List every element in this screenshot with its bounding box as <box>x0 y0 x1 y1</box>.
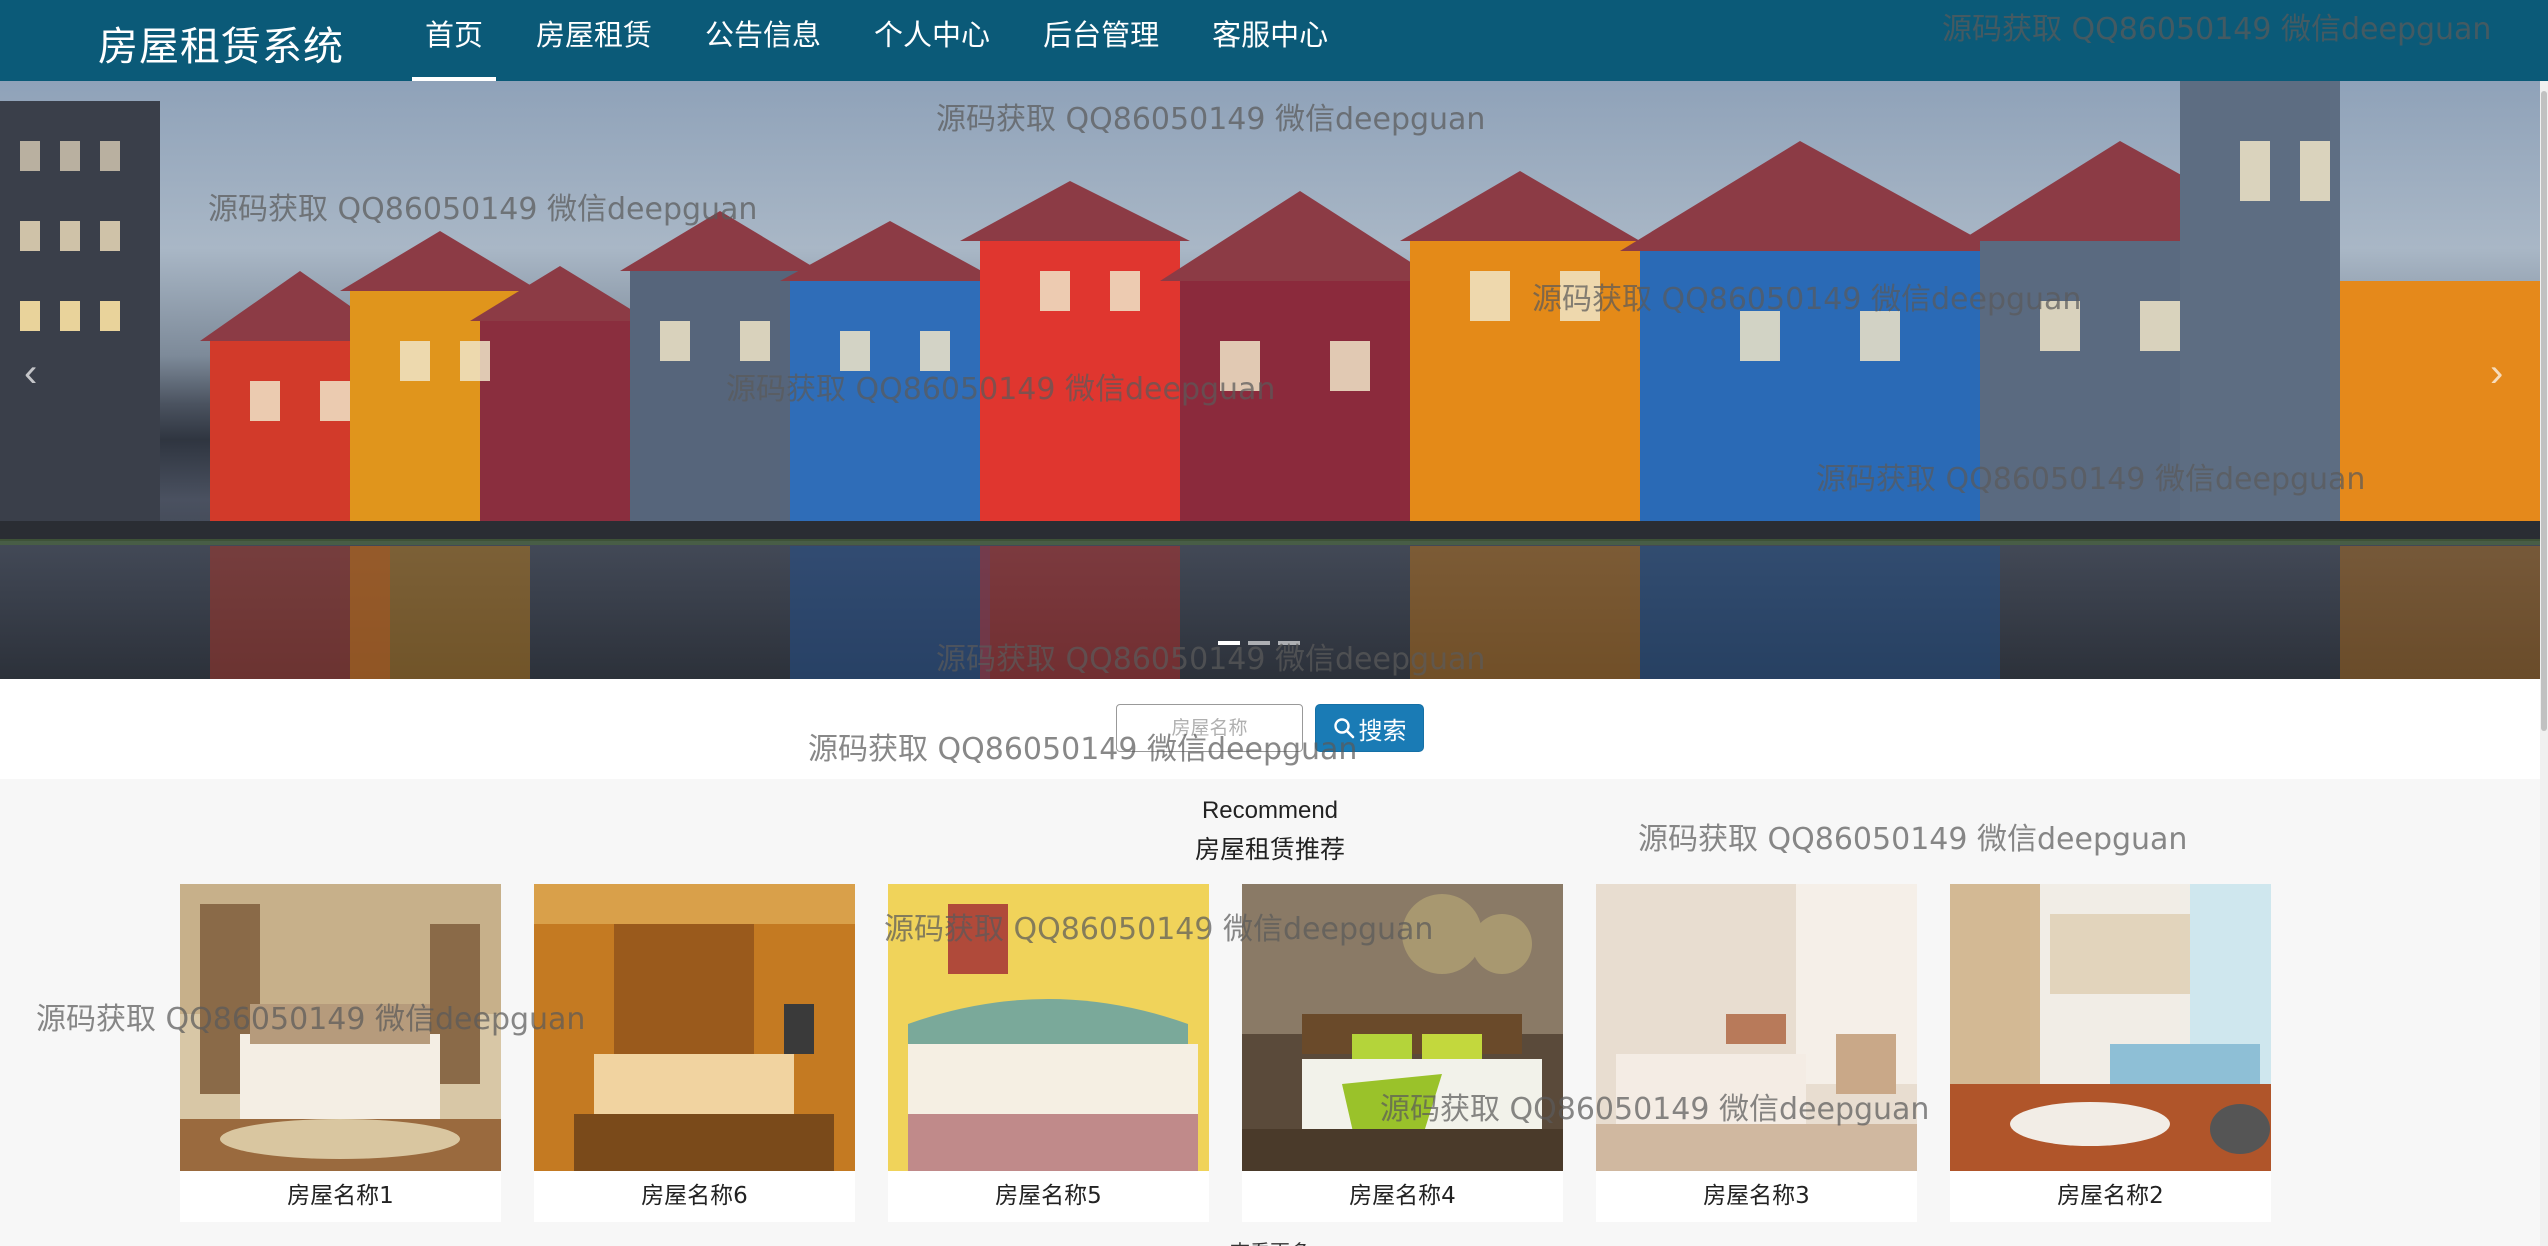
scrollbar-thumb[interactable] <box>2541 91 2547 731</box>
carousel-prev-icon[interactable]: ‹ <box>24 351 37 396</box>
carousel-dot-3[interactable] <box>1278 641 1300 645</box>
house-name[interactable]: 房屋名称6 <box>534 1171 855 1222</box>
carousel-indicators <box>1218 641 1300 645</box>
carousel-next-icon[interactable]: › <box>2490 351 2503 396</box>
page: 房屋租赁系统 首页 房屋租赁 公告信息 个人中心 后台管理 客服中心 ‹ › 房… <box>0 0 2548 1246</box>
search-input[interactable] <box>1116 704 1303 752</box>
top-navbar: 房屋租赁系统 首页 房屋租赁 公告信息 个人中心 后台管理 客服中心 <box>0 0 2548 81</box>
nav-item-customer-service[interactable]: 客服中心 <box>1199 0 1341 81</box>
house-card[interactable]: 房屋名称3 <box>1596 884 1917 1222</box>
house-card-list: 房屋名称1 房屋名称6 房屋名称5 房屋名称4 房屋名称3 房屋名称2 <box>180 884 2271 1222</box>
main-nav: 首页 房屋租赁 公告信息 个人中心 后台管理 客服中心 <box>412 0 1368 81</box>
house-name[interactable]: 房屋名称1 <box>180 1171 501 1222</box>
house-card[interactable]: 房屋名称6 <box>534 884 855 1222</box>
section-title-en: Recommend <box>1201 797 1339 824</box>
house-photo[interactable] <box>1950 884 2271 1171</box>
recommend-section: Recommend 房屋租赁推荐 房屋名称1 房屋名称6 房屋名称5 房屋名称4… <box>0 779 2548 1246</box>
house-photo[interactable] <box>1596 884 1917 1171</box>
house-name[interactable]: 房屋名称2 <box>1950 1171 2271 1222</box>
house-card[interactable]: 房屋名称5 <box>888 884 1209 1222</box>
nav-item-user-center[interactable]: 个人中心 <box>861 0 1003 81</box>
site-brand[interactable]: 房屋租赁系统 <box>98 14 344 72</box>
house-card[interactable]: 房屋名称1 <box>180 884 501 1222</box>
house-card[interactable]: 房屋名称4 <box>1242 884 1563 1222</box>
house-photo[interactable] <box>1242 884 1563 1171</box>
nav-item-home[interactable]: 首页 <box>412 0 497 81</box>
house-card[interactable]: 房屋名称2 <box>1950 884 2271 1222</box>
carousel-dot-1[interactable] <box>1218 641 1240 645</box>
search-button-label: 搜索 <box>1358 716 1407 745</box>
search-button[interactable]: 搜索 <box>1315 704 1424 752</box>
house-name[interactable]: 房屋名称3 <box>1596 1171 1917 1222</box>
nav-item-announcements[interactable]: 公告信息 <box>692 0 834 81</box>
hero-carousel[interactable]: ‹ › <box>0 81 2540 679</box>
page-scrollbar[interactable] <box>2540 81 2548 1246</box>
search-bar: 搜索 <box>0 679 2548 779</box>
search-icon <box>1333 718 1354 739</box>
house-photo[interactable] <box>180 884 501 1171</box>
house-photo[interactable] <box>534 884 855 1171</box>
house-name[interactable]: 房屋名称4 <box>1242 1171 1563 1222</box>
nav-item-admin[interactable]: 后台管理 <box>1030 0 1172 81</box>
view-more-link[interactable]: 查看更多 <box>0 1236 2540 1246</box>
carousel-dot-2[interactable] <box>1248 641 1270 645</box>
banner-image <box>0 81 2540 679</box>
house-name[interactable]: 房屋名称5 <box>888 1171 1209 1222</box>
house-photo[interactable] <box>888 884 1209 1171</box>
section-title-zh: 房屋租赁推荐 <box>1194 835 1345 864</box>
nav-item-house-rental[interactable]: 房屋租赁 <box>523 0 665 81</box>
